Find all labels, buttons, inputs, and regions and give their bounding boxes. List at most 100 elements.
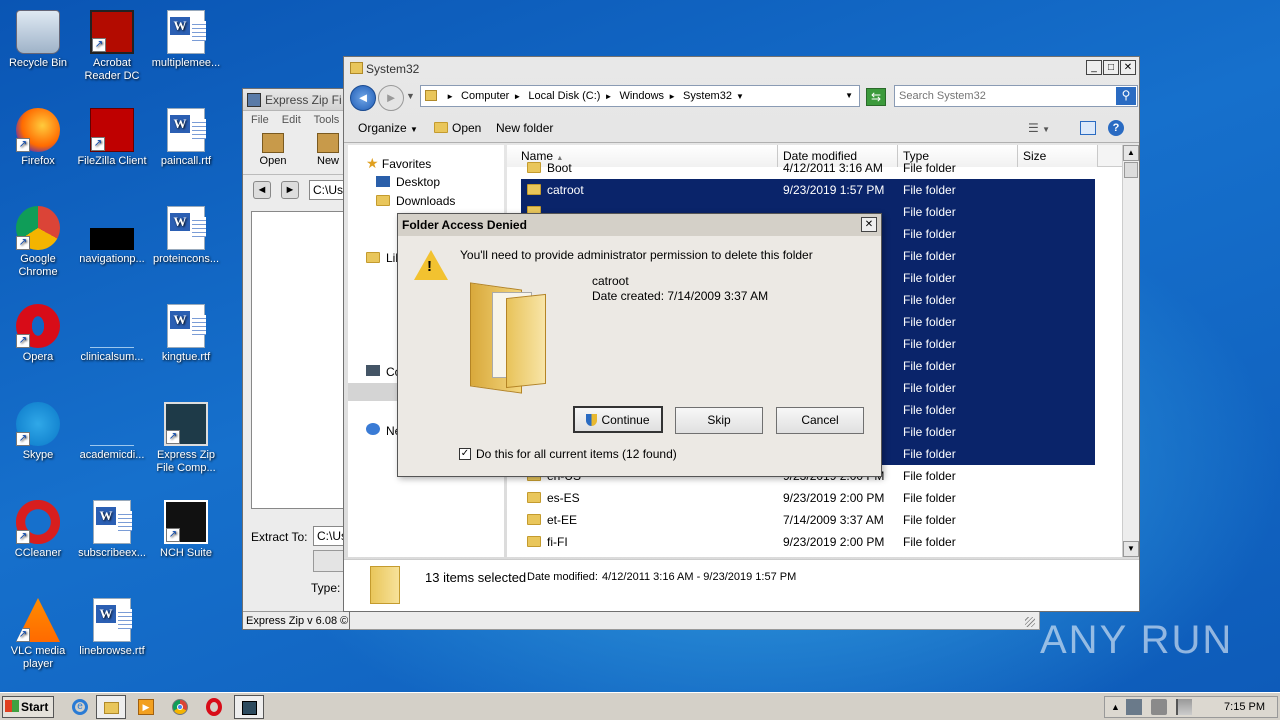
file-row[interactable]: fi-FI 9/23/2019 2:00 PM File folder — [521, 531, 1095, 553]
desktop-icon-subscribeex-doc[interactable]: subscribeex... — [74, 500, 150, 560]
vertical-scrollbar[interactable]: ▲ ▼ — [1122, 145, 1139, 557]
desktop-icon-skype[interactable]: ↗ Skype — [0, 402, 76, 462]
desktop-icon-academicdi-file[interactable]: academicdi... — [74, 402, 150, 462]
file-row[interactable]: Boot 4/12/2011 3:16 AM File folder — [521, 157, 1095, 179]
nav-desktop[interactable]: Desktop — [376, 175, 440, 189]
refresh-icon[interactable]: ⇆ — [866, 88, 886, 106]
explorer-titlebar[interactable]: System32 _ □ ✕ — [344, 57, 1139, 81]
file-date: 9/23/2019 1:57 PM — [783, 183, 885, 197]
breadcrumb-local-disk[interactable]: Local Disk (C:) — [528, 90, 600, 102]
breadcrumb-system32[interactable]: System32 — [683, 90, 732, 102]
desktop-icon-paincall-rtf[interactable]: paincall.rtf — [148, 108, 224, 168]
search-box[interactable]: ⚲ — [894, 85, 1138, 107]
desktop-icon-ccleaner[interactable]: ↗ CCleaner — [0, 500, 76, 560]
explorer-taskbar-button[interactable] — [96, 695, 126, 719]
desktop-icon-clinicalsum-file[interactable]: clinicalsum... — [74, 304, 150, 364]
downloads-icon — [376, 195, 390, 206]
zip-file-list[interactable] — [251, 211, 351, 509]
chrome-taskbar-icon[interactable] — [172, 699, 188, 715]
scroll-up-icon[interactable]: ▲ — [1123, 145, 1139, 161]
close-button[interactable]: ✕ — [1120, 60, 1136, 75]
desktop-icon-express-zip[interactable]: ↗ Express Zip File Comp... — [148, 402, 224, 475]
minimize-button[interactable]: _ — [1086, 60, 1102, 75]
search-input[interactable] — [895, 86, 1105, 106]
desktop-icon-navigationp-file[interactable]: navigationp... — [74, 206, 150, 266]
desktop-icon-label: multiplemee... — [151, 57, 221, 69]
command-bar: Organize ▼ Open New folder ☰ ▼ ? — [344, 113, 1139, 143]
desktop-icon-nch-suite[interactable]: ↗ NCH Suite — [148, 500, 224, 560]
open-button[interactable]: Open — [434, 121, 481, 135]
view-options-icon[interactable]: ☰ ▼ — [1028, 121, 1050, 135]
zip-extract-label: Extract To: — [251, 530, 308, 544]
breadcrumb-computer[interactable]: Computer — [461, 90, 509, 102]
express-zip-window[interactable]: Express Zip Fi File Edit Tools Open New … — [242, 88, 351, 630]
volume-icon[interactable] — [1151, 699, 1168, 716]
desktop-icon-label: Express Zip File Comp... — [156, 449, 216, 474]
zip-forward-button[interactable]: ► — [281, 181, 299, 199]
maximize-button[interactable]: □ — [1103, 60, 1119, 75]
dialog-titlebar[interactable]: Folder Access Denied ✕ — [398, 214, 881, 236]
ie-icon[interactable]: e — [72, 699, 88, 715]
shortcut-arrow-icon: ↗ — [16, 432, 30, 446]
zip-menu-file[interactable]: File — [251, 114, 269, 126]
zip-menu-edit[interactable]: Edit — [282, 114, 301, 126]
desktop-icon-recycle-bin[interactable]: Recycle Bin — [0, 10, 76, 70]
zip-menu-tools[interactable]: Tools — [314, 114, 340, 126]
desktop-icon-opera[interactable]: ↗ Opera — [0, 304, 76, 364]
skip-button[interactable]: Skip — [675, 407, 763, 434]
breadcrumb-windows[interactable]: Windows — [619, 90, 664, 102]
address-bar[interactable]: ► Computer ► Local Disk (C:) ► Windows ► Sy… — [420, 85, 860, 107]
desktop-icon-filezilla[interactable]: ↗ FileZilla Client — [74, 108, 150, 168]
organize-button[interactable]: Organize ▼ — [358, 121, 418, 135]
show-hidden-icons[interactable]: ▲ — [1111, 702, 1120, 712]
apply-all-checkbox[interactable]: ✓ — [459, 448, 471, 460]
media-player-icon[interactable]: ▶ — [138, 699, 154, 715]
express-zip-taskbar-button[interactable] — [234, 695, 264, 719]
nav-favorites[interactable]: ★ Favorites — [366, 155, 431, 172]
forward-button[interactable]: ► — [378, 85, 404, 111]
desktop-icon-multiplemee-doc[interactable]: multiplemee... — [148, 10, 224, 70]
desktop-icon-vlc[interactable]: ↗ VLC media player — [0, 598, 76, 671]
computer-icon — [366, 365, 380, 376]
cancel-button[interactable]: Cancel — [776, 407, 864, 434]
desktop-icon-label: navigationp... — [79, 253, 145, 265]
scroll-thumb[interactable] — [1124, 162, 1138, 178]
file-type: File folder — [903, 469, 956, 483]
history-dropdown-icon[interactable]: ▼ — [406, 91, 415, 101]
start-button[interactable]: Start — [2, 696, 54, 718]
preview-pane-icon[interactable] — [1080, 121, 1096, 135]
desktop-icon-firefox[interactable]: ↗ Firefox — [0, 108, 76, 168]
desktop-icon-proteincons-doc[interactable]: proteincons... — [148, 206, 224, 266]
dialog-message: You'll need to provide administrator per… — [460, 248, 813, 262]
action-center-flag-icon[interactable] — [1176, 699, 1193, 716]
zip-back-button[interactable]: ◄ — [253, 181, 271, 199]
desktop-icon-kingtue-rtf[interactable]: kingtue.rtf — [148, 304, 224, 364]
scroll-down-icon[interactable]: ▼ — [1123, 541, 1139, 557]
help-icon[interactable]: ? — [1108, 120, 1124, 136]
desktop-icon-linebrowse-rtf[interactable]: linebrowse.rtf — [74, 598, 150, 658]
file-row[interactable]: et-EE 7/14/2009 3:37 AM File folder — [521, 509, 1095, 531]
filezilla-icon: ↗ — [90, 108, 134, 152]
desktop-icon-google-chrome[interactable]: ↗ Google Chrome — [0, 206, 76, 279]
zip-open-button[interactable]: Open — [255, 133, 291, 167]
clock[interactable]: 7:15 PM — [1224, 697, 1265, 717]
continue-button[interactable]: Continue — [573, 406, 663, 433]
uac-shield-icon — [586, 414, 598, 426]
desktop-icon-acrobat-reader[interactable]: ↗ Acrobat Reader DC — [74, 10, 150, 83]
folder-access-denied-dialog[interactable]: Folder Access Denied ✕ ! You'll need to … — [397, 213, 882, 477]
file-row[interactable]: catroot 9/23/2019 1:57 PM File folder — [521, 179, 1095, 201]
zip-titlebar[interactable]: Express Zip Fi — [243, 89, 349, 111]
libraries-icon — [366, 252, 380, 263]
opera-taskbar-icon[interactable] — [206, 698, 222, 716]
google-chrome-icon: ↗ — [16, 206, 60, 250]
resize-grip-icon[interactable] — [1025, 617, 1035, 627]
network-tray-icon[interactable] — [1125, 699, 1142, 716]
address-dropdown-icon[interactable]: ▼ — [845, 86, 853, 106]
dialog-close-button[interactable]: ✕ — [861, 217, 877, 232]
nav-downloads[interactable]: Downloads — [376, 194, 455, 208]
file-row[interactable]: es-ES 9/23/2019 2:00 PM File folder — [521, 487, 1095, 509]
large-folder-icon — [470, 274, 548, 394]
search-icon[interactable]: ⚲ — [1116, 87, 1136, 105]
back-button[interactable]: ◄ — [350, 85, 376, 111]
new-folder-button[interactable]: New folder — [496, 121, 553, 135]
